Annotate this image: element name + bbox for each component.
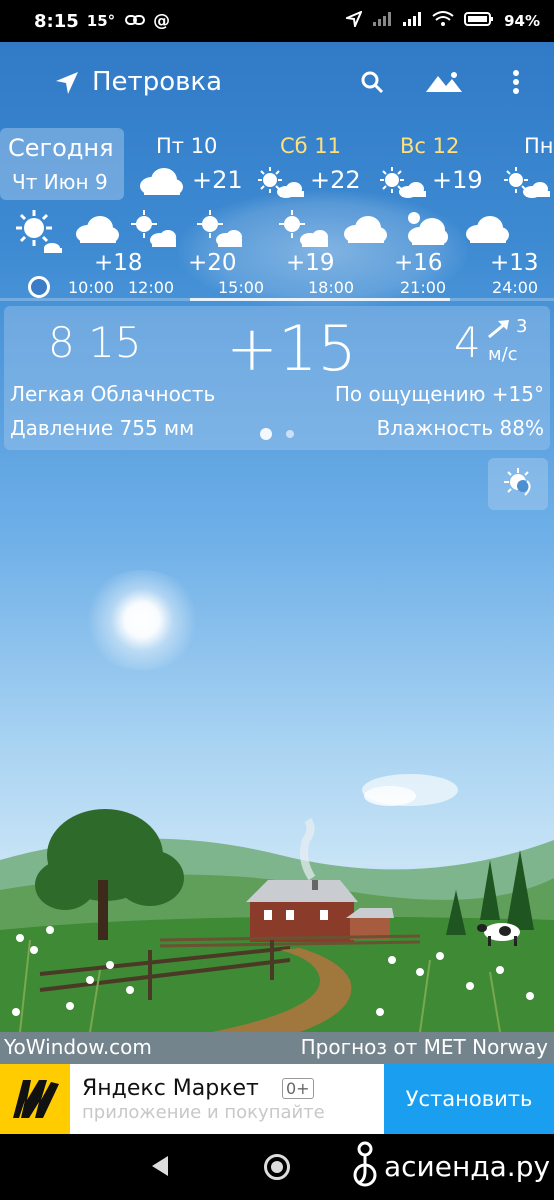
credits-bar: YoWindow.com Прогноз от MET Norway bbox=[0, 1032, 554, 1064]
hourly-time: 18:00 bbox=[308, 278, 355, 297]
status-time: 8:15 bbox=[34, 10, 79, 32]
daily-forecast: Сегодня Чт Июн 9 Пт 10 +21 Сб 11 +22 Вс … bbox=[0, 126, 554, 200]
hourly-temp: +16 bbox=[394, 250, 443, 276]
install-button[interactable]: Установить bbox=[384, 1064, 554, 1134]
signal-icon-2 bbox=[402, 11, 422, 31]
day-today[interactable]: Сегодня Чт Июн 9 bbox=[0, 128, 124, 200]
cloud-icon bbox=[74, 214, 120, 248]
partly-cloudy-icon bbox=[500, 166, 554, 202]
partly-cloudy-icon bbox=[276, 208, 332, 252]
search-button[interactable] bbox=[352, 64, 392, 104]
location-name[interactable]: Петровка bbox=[92, 67, 222, 97]
cloud-icon bbox=[464, 214, 510, 248]
hourly-time: 15:00 bbox=[218, 278, 265, 297]
landscape-button[interactable] bbox=[420, 64, 468, 104]
feels-like-text: По ощущению +15° bbox=[334, 382, 544, 406]
hourly-time: 10:00 bbox=[68, 278, 115, 297]
ad-age-rating: 0+ bbox=[282, 1078, 314, 1099]
day-temp: +19 bbox=[432, 166, 483, 194]
page-dot bbox=[286, 430, 294, 438]
wind-speed: 4 bbox=[454, 318, 481, 367]
wind-unit: м/с bbox=[488, 344, 518, 365]
pressure-text: Давление 755 мм bbox=[10, 416, 195, 440]
current-time-marker[interactable] bbox=[28, 276, 50, 298]
search-icon bbox=[360, 70, 384, 98]
watermark: асиенда.ру bbox=[350, 1136, 550, 1196]
ad-banner[interactable]: Яндекс Маркет 0+ приложение и покупайте … bbox=[0, 1064, 554, 1134]
app-screen: 8:15 15° @ 94% Петровка Сегодня Чт Июн 9… bbox=[0, 0, 554, 1200]
day-item[interactable]: Пн bbox=[500, 130, 554, 200]
day-name: Сб 11 bbox=[280, 134, 342, 158]
cloud-icon bbox=[138, 166, 184, 200]
yandex-market-logo-icon bbox=[0, 1064, 70, 1134]
ad-title: Яндекс Маркет bbox=[82, 1076, 259, 1101]
watermark-logo-icon bbox=[350, 1137, 380, 1196]
today-label: Сегодня bbox=[8, 134, 114, 162]
cloud-icon bbox=[342, 214, 388, 248]
day-name: Вс 12 bbox=[400, 134, 460, 158]
humidity-text: Влажность 88% bbox=[376, 416, 544, 440]
sun-cloud-icon bbox=[14, 208, 64, 258]
page-indicator bbox=[260, 428, 294, 440]
wifi-icon bbox=[432, 11, 454, 31]
forecast-source-link[interactable]: Прогноз от MET Norway bbox=[301, 1035, 548, 1059]
link-icon bbox=[125, 11, 146, 32]
brand-link[interactable]: YoWindow.com bbox=[4, 1035, 152, 1059]
hourly-forecast[interactable]: +18 +20 +19 +16 +13 10:00 12:00 15:00 18… bbox=[0, 204, 554, 300]
at-icon: @ bbox=[153, 11, 171, 31]
landscape-illustration bbox=[0, 774, 554, 1032]
day-name: Пт 10 bbox=[156, 134, 218, 158]
location-arrow-icon[interactable] bbox=[54, 70, 80, 100]
day-night-toggle-button[interactable] bbox=[488, 458, 548, 510]
current-conditions-panel[interactable]: 8 15 +15 4 3 м/с Легкая Облачность По ощ… bbox=[4, 306, 550, 450]
mountain-icon bbox=[424, 70, 464, 98]
hourly-temp: +19 bbox=[286, 250, 335, 276]
back-icon[interactable] bbox=[150, 1154, 170, 1182]
more-options-button[interactable] bbox=[496, 64, 536, 104]
hourly-temp: +13 bbox=[490, 250, 539, 276]
battery-icon bbox=[464, 11, 494, 31]
time-scrubber-track[interactable] bbox=[0, 298, 554, 301]
ad-subtitle: приложение и покупайте bbox=[82, 1102, 325, 1123]
more-vertical-icon bbox=[512, 69, 520, 99]
battery-percent: 94% bbox=[504, 12, 540, 30]
hourly-time: 24:00 bbox=[492, 278, 539, 297]
wind-direction-value: 3 bbox=[516, 316, 528, 337]
watermark-text: асиенда.ру bbox=[384, 1149, 551, 1183]
hourly-temp: +18 bbox=[94, 250, 143, 276]
hourly-temp: +20 bbox=[188, 250, 237, 276]
partly-cloudy-icon bbox=[194, 208, 244, 252]
sun-glow bbox=[82, 570, 202, 670]
night-cloud-icon bbox=[402, 208, 448, 252]
status-bar: 8:15 15° @ 94% bbox=[0, 0, 554, 42]
location-status-icon bbox=[343, 10, 363, 31]
current-time: 8 15 bbox=[48, 318, 142, 367]
signal-icon-1 bbox=[372, 11, 392, 31]
partly-cloudy-icon bbox=[128, 208, 178, 252]
condition-text: Легкая Облачность bbox=[10, 382, 216, 406]
app-bar: Петровка bbox=[0, 52, 554, 116]
hourly-time: 12:00 bbox=[128, 278, 175, 297]
page-dot-active bbox=[260, 428, 272, 440]
hourly-time: 21:00 bbox=[400, 278, 447, 297]
sun-moon-icon bbox=[503, 467, 533, 501]
home-icon[interactable] bbox=[264, 1154, 290, 1180]
wind-direction-icon bbox=[486, 318, 512, 344]
time-scrubber-highlight bbox=[190, 298, 450, 301]
status-temperature: 15° bbox=[86, 12, 116, 30]
day-name: Пн bbox=[524, 134, 554, 158]
today-date: Чт Июн 9 bbox=[12, 170, 108, 194]
current-temperature: +15 bbox=[226, 312, 357, 385]
